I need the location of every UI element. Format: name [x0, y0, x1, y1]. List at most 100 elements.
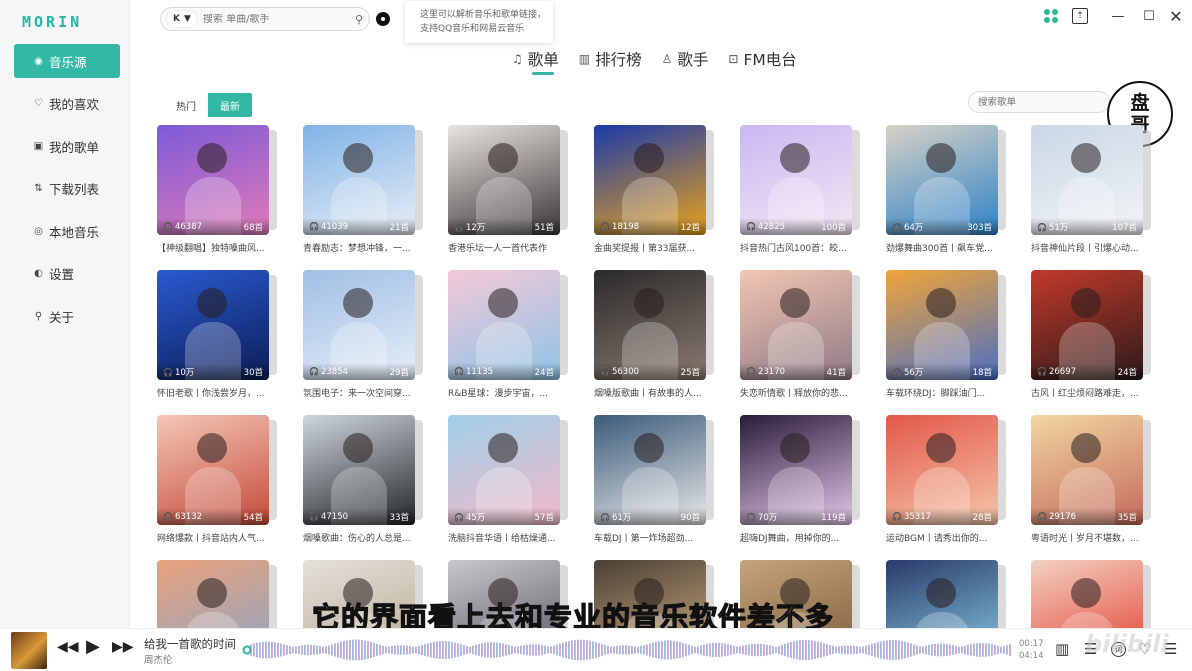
close-icon[interactable]: ✕	[1168, 7, 1184, 26]
filter-hot-button[interactable]: 热门	[164, 93, 208, 117]
sidebar-item-6[interactable]: ⚲ 关于	[14, 299, 120, 333]
playlist-cover[interactable]: 🎧 70万 119首	[740, 415, 852, 525]
waveform-bar	[910, 643, 912, 657]
sidebar-item-1[interactable]: ♡ 我的喜欢	[14, 87, 120, 121]
playlist-title[interactable]: 怀旧老歌丨你浅尝岁月，...	[157, 386, 269, 399]
playlist-title[interactable]: 失恋听情歌丨释放你的悲...	[740, 386, 852, 399]
waveform-bar	[364, 640, 366, 660]
playlist-title[interactable]: 青春励志：梦想冲锋，一...	[303, 241, 415, 254]
source-selector[interactable]: K ▼	[167, 11, 197, 27]
waveform-bar	[310, 644, 312, 656]
waveform-bar	[586, 640, 588, 660]
waveform-bar	[934, 643, 936, 657]
sidebar-item-4[interactable]: ◎ 本地音乐	[14, 214, 120, 248]
play-icon[interactable]: ▶	[86, 636, 100, 657]
playlist-title[interactable]: 劲爆舞曲300首丨飙车党...	[886, 241, 998, 254]
playlist-cover[interactable]: 🎧 64万 303首	[886, 125, 998, 235]
vinyl-record-icon[interactable]	[376, 12, 390, 26]
playlist-cover[interactable]: 🎧 10万 30首	[157, 270, 269, 380]
cover-meta: 🎧 10万 30首	[157, 363, 269, 380]
filter-latest-button[interactable]: 最新	[208, 93, 252, 117]
playlist-title[interactable]: 烟嗓版歌曲丨有故事的人...	[594, 386, 706, 399]
playlist-cover[interactable]: 🎧 51万 107首	[1031, 125, 1143, 235]
about-icon: ⚲	[34, 310, 43, 322]
headphone-icon: 🎧	[454, 512, 464, 522]
waveform-bar	[1003, 646, 1005, 654]
search-input[interactable]	[202, 13, 355, 25]
sidebar-item-5[interactable]: ◐ 设置	[14, 257, 120, 291]
waveform-bar	[367, 641, 369, 659]
song-title[interactable]: 给我一首歌的时间	[144, 636, 236, 652]
waveform-bar	[268, 641, 270, 659]
playlist-cover[interactable]: 🎧 29176 35首	[1031, 415, 1143, 525]
playlist-cover[interactable]	[886, 560, 998, 628]
playlist-search-input[interactable]	[968, 91, 1110, 113]
minimize-icon[interactable]: —	[1110, 8, 1126, 24]
cover-figure-head	[634, 288, 664, 318]
waveform-bar	[976, 643, 978, 657]
tab-2[interactable]: ♙ 歌手	[662, 47, 709, 71]
playlist-title[interactable]: 抖音热门古风100首：皎...	[740, 241, 852, 254]
cover-figure-head	[926, 288, 956, 318]
playlist-cover[interactable]	[1031, 560, 1143, 628]
waveform-bar	[874, 643, 876, 657]
song-artist[interactable]: 周杰伦	[144, 652, 173, 666]
cover-figure-head	[197, 143, 227, 173]
playlist-title[interactable]: 抖音神仙片段丨引爆心动...	[1031, 241, 1143, 254]
next-icon[interactable]: ▶▶	[112, 639, 134, 655]
playlist-cover[interactable]: 🎧 26697 24首	[1031, 270, 1143, 380]
playlist-cover[interactable]: 🎧 12万 51首	[448, 125, 560, 235]
playlist-cover[interactable]: 🎧 47150 33首	[303, 415, 415, 525]
sidebar-item-3[interactable]: ⇅ 下载列表	[14, 172, 120, 206]
volume-icon[interactable]: ▥	[1055, 640, 1069, 658]
playlist-cover[interactable]: 🎧 56300 25首	[594, 270, 706, 380]
playlist-title[interactable]: 网络爆款丨抖音站内人气...	[157, 531, 269, 544]
tab-0[interactable]: ♫ 歌单	[512, 47, 559, 75]
playlist-title[interactable]: 香港乐坛一人一首代表作	[448, 241, 560, 254]
waveform-bar	[889, 640, 891, 660]
playlist-title[interactable]: 粤语时光丨岁月不堪数，...	[1031, 531, 1143, 544]
playlist-cover[interactable]	[157, 560, 269, 628]
playlist-title[interactable]: 烟嗓歌曲：伤心的人总是...	[303, 531, 415, 544]
playlist-cover[interactable]: 🎧 56万 18首	[886, 270, 998, 380]
bilibili-watermark: bilibili	[1085, 630, 1169, 658]
sidebar-item-2[interactable]: ▣ 我的歌单	[14, 129, 120, 163]
playlist-title[interactable]: 氛围电子：来一次空间穿...	[303, 386, 415, 399]
playlist-title[interactable]: 洗脑抖音华语丨给枯燥通...	[448, 531, 560, 544]
waveform-bar	[637, 646, 639, 654]
waveform-progress[interactable]	[242, 635, 1012, 665]
playlist-title[interactable]: 超嗨DJ舞曲，用掉你的...	[740, 531, 852, 544]
playlist-cover[interactable]: 🎧 23854 29首	[303, 270, 415, 380]
waveform-bar	[349, 639, 351, 661]
maximize-icon[interactable]: ☐	[1141, 8, 1157, 24]
tab-1[interactable]: ▥ 排行榜	[579, 47, 642, 71]
waveform-bar	[772, 646, 774, 654]
playlist-title[interactable]: 金曲奖提报丨第33届获...	[594, 241, 706, 254]
progress-handle[interactable]	[242, 645, 252, 655]
tab-3[interactable]: ⊡ FM电台	[728, 47, 796, 71]
playlist-cover[interactable]: 🎧 61万 90首	[594, 415, 706, 525]
search-icon[interactable]: ⚲	[355, 13, 363, 26]
playlist-cover[interactable]: 🎧 35317 28首	[886, 415, 998, 525]
waveform-bar	[427, 643, 429, 657]
playlist-title[interactable]: R&B星球：漫步宇宙，...	[448, 386, 560, 399]
playlist-cover[interactable]: 🎧 41039 21首	[303, 125, 415, 235]
playlist-cover[interactable]: 🎧 46387 68首	[157, 125, 269, 235]
playlist-cover[interactable]: 🎧 11135 24首	[448, 270, 560, 380]
playlist-title[interactable]: 运动BGM丨请秀出你的...	[886, 531, 998, 544]
pin-top-icon[interactable]: ⇡	[1072, 8, 1088, 24]
playlist-title[interactable]: 【神级翻唱】独特嗓曲风...	[157, 241, 269, 254]
album-cover[interactable]	[11, 632, 47, 669]
playlist-cover[interactable]: 🎧 23170 41首	[740, 270, 852, 380]
playlist-cover[interactable]: 🎧 63132 54首	[157, 415, 269, 525]
sidebar-item-0[interactable]: ◉ 音乐源	[14, 44, 120, 78]
playlist-title[interactable]: 古风丨红尘烦闷路难走，...	[1031, 386, 1143, 399]
playlist-cover[interactable]: 🎧 18198 12首	[594, 125, 706, 235]
previous-icon[interactable]: ◀◀	[57, 639, 79, 655]
track-count: 57首	[534, 512, 554, 523]
skin-icon[interactable]	[1043, 8, 1059, 24]
playlist-title[interactable]: 车载DJ丨第一炸场超劲...	[594, 531, 706, 544]
playlist-cover[interactable]: 🎧 45万 57首	[448, 415, 560, 525]
playlist-cover[interactable]: 🎧 42825 100首	[740, 125, 852, 235]
playlist-title[interactable]: 车载环绕DJ：脚踩油门...	[886, 386, 998, 399]
